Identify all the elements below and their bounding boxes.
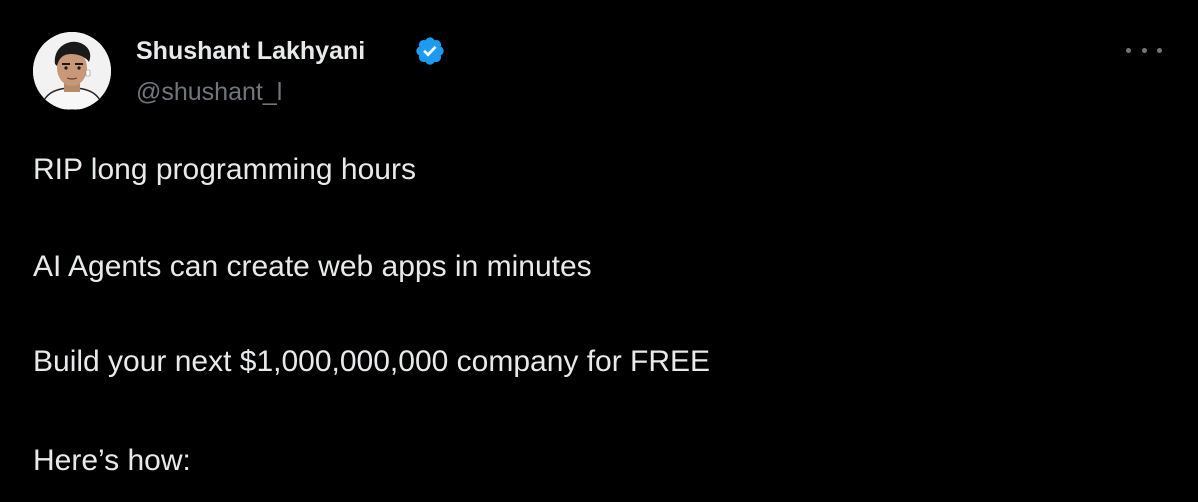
more-options-icon (1157, 47, 1162, 53)
author-handle[interactable]: @shushant_l (136, 76, 282, 108)
tweet-text-line: Build your next $1,000,000,000 company f… (33, 345, 711, 378)
more-options-icon (1141, 47, 1147, 53)
author-display-name[interactable]: Shushant Lakhyani (136, 35, 365, 67)
tweet-card: Shushant Lakhyani @shushant_l RIP long p… (0, 0, 1198, 502)
tweet-text-line: AI Agents can create web apps in minutes (33, 250, 592, 283)
avatar-illustration (33, 32, 111, 110)
verified-badge-icon (416, 37, 444, 65)
avatar[interactable] (33, 32, 111, 110)
more-options-button[interactable] (1126, 36, 1162, 64)
tweet-text-line: RIP long programming hours (33, 153, 416, 186)
more-options-icon (1126, 47, 1131, 53)
tweet-text-line: Here’s how: (33, 444, 191, 477)
